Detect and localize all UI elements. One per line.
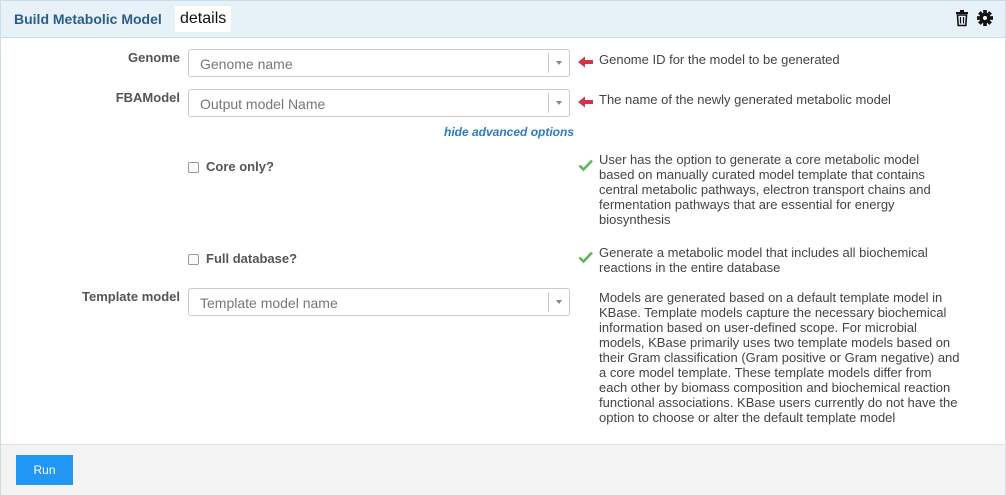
fbamodel-hint: The name of the newly generated metaboli… [599, 92, 891, 107]
hint-line: based on manually curated model template… [599, 167, 925, 182]
panel-header: Build Metabolic Model details [1, 1, 1005, 38]
hint-line: option to choose or alter the default te… [599, 410, 896, 425]
hint-line: User has the option to generate a core m… [599, 152, 920, 167]
hint-line: fermentation pathways that are essential… [599, 197, 895, 212]
hint-line: information based on user-defined scope.… [599, 320, 917, 335]
run-button[interactable]: Run [16, 455, 73, 485]
fbamodel-select[interactable]: Output model Name [188, 89, 570, 117]
hint-line: functional associations. KBase users cur… [599, 395, 958, 410]
hint-line: central metabolic pathways, electron tra… [599, 182, 931, 197]
fbamodel-label: FBAModel [115, 90, 180, 105]
arrow-left-icon [578, 96, 593, 108]
hint-line: Generate a metabolic model that includes… [599, 245, 928, 260]
template-model-placeholder: Template model name [200, 295, 338, 311]
genome-hint: Genome ID for the model to be generated [599, 52, 840, 67]
checkmark-icon [578, 159, 593, 172]
chevron-down-icon[interactable] [548, 292, 569, 312]
chevron-down-icon[interactable] [548, 93, 569, 113]
trash-icon[interactable] [953, 9, 971, 27]
hint-line: reactions in the entire database [599, 260, 781, 275]
hint-line: biosynthesis [599, 212, 671, 227]
details-tab[interactable]: details [175, 6, 232, 32]
core-only-label[interactable]: Core only? [206, 159, 274, 174]
genome-select[interactable]: Genome name [188, 49, 570, 77]
template-model-select[interactable]: Template model name [188, 288, 570, 316]
core-only-hint: User has the option to generate a core m… [599, 152, 984, 227]
full-database-hint: Generate a metabolic model that includes… [599, 245, 984, 275]
hint-line: their Gram classification (Gram positive… [599, 350, 960, 365]
hint-line: KBase. Template models capture the neces… [599, 305, 947, 320]
checkmark-icon [578, 251, 593, 264]
genome-placeholder: Genome name [200, 56, 293, 72]
core-only-checkbox[interactable] [188, 162, 199, 173]
hide-advanced-options-link[interactable]: hide advanced options [444, 125, 574, 139]
arrow-left-icon [578, 56, 593, 68]
fbamodel-placeholder: Output model Name [200, 96, 326, 112]
full-database-checkbox[interactable] [188, 254, 199, 265]
genome-label: Genome [127, 50, 180, 65]
app-panel: Build Metabolic Model details Genome Gen… [0, 0, 1006, 495]
hint-line: models, KBase primarily uses two templat… [599, 335, 951, 350]
chevron-down-icon[interactable] [548, 53, 569, 73]
app-title: Build Metabolic Model [14, 11, 162, 27]
panel-footer: Run [1, 444, 1005, 495]
full-database-label[interactable]: Full database? [206, 251, 297, 266]
template-model-label: Template model [81, 289, 180, 304]
template-model-hint: Models are generated based on a default … [599, 290, 984, 425]
gear-icon[interactable] [976, 9, 994, 27]
hint-line: a core model template. These template mo… [599, 365, 932, 380]
hint-line: Models are generated based on a default … [599, 290, 943, 305]
hint-line: each other by biomass composition and bi… [599, 380, 951, 395]
